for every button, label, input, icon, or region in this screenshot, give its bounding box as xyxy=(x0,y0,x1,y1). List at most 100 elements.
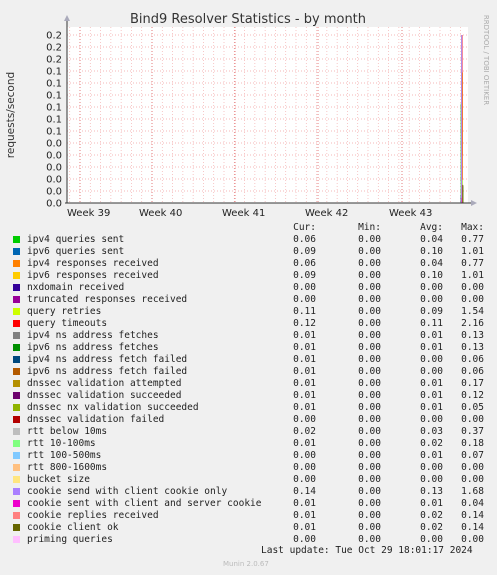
legend-min: 0.00 xyxy=(358,450,381,461)
y-tick-label: 0.2 xyxy=(46,55,62,66)
legend-max: 0.12 xyxy=(461,390,484,401)
legend-max: 1.01 xyxy=(461,270,484,281)
y-tick-label: 0.0 xyxy=(46,151,62,162)
legend-swatch xyxy=(13,248,20,255)
legend-item: ipv4 ns address fetches 0.01 0.00 0.01 0.13 xyxy=(13,330,493,342)
legend-min: 0.00 xyxy=(358,342,381,353)
x-ticks: Week 39 Week 40 Week 41 Week 42 Week 43 xyxy=(67,208,432,219)
legend-swatch xyxy=(13,296,20,303)
legend-max: 0.00 xyxy=(461,462,484,473)
legend-swatch xyxy=(13,512,20,519)
legend-swatch xyxy=(13,380,20,387)
y-tick-label: 0.1 xyxy=(46,115,62,126)
legend-swatch xyxy=(13,308,20,315)
legend-min: 0.00 xyxy=(358,498,381,509)
legend-item: bucket size 0.00 0.00 0.00 0.00 xyxy=(13,474,493,486)
legend-label: rtt 100-500ms xyxy=(27,450,102,461)
legend-label: ipv6 queries sent xyxy=(27,246,125,257)
legend-label: ipv6 responses received xyxy=(27,270,159,281)
legend-cur: 0.00 xyxy=(293,282,316,293)
legend-min: 0.00 xyxy=(358,402,381,413)
legend-min: 0.00 xyxy=(358,414,381,425)
legend-min: 0.00 xyxy=(358,330,381,341)
y-tick-label: 0.0 xyxy=(46,199,62,210)
legend-min: 0.00 xyxy=(358,474,381,485)
legend-label: ipv4 ns address fetches xyxy=(27,330,159,341)
legend-cur: 0.06 xyxy=(293,234,316,245)
col-header-cur: Cur: xyxy=(293,222,316,233)
y-tick-label: 0.1 xyxy=(46,67,62,78)
legend-cur: 0.00 xyxy=(293,474,316,485)
y-tick-label: 0.0 xyxy=(46,175,62,186)
legend-label: rtt below 10ms xyxy=(27,426,108,437)
legend-min: 0.00 xyxy=(358,282,381,293)
legend-max: 0.13 xyxy=(461,330,484,341)
legend-item: rtt 10-100ms 0.01 0.00 0.02 0.18 xyxy=(13,438,493,450)
legend-item: rtt 100-500ms 0.00 0.00 0.01 0.07 xyxy=(13,450,493,462)
legend-min: 0.00 xyxy=(358,354,381,365)
legend-max: 0.05 xyxy=(461,402,484,413)
legend-swatch xyxy=(13,344,20,351)
legend-max: 0.00 xyxy=(461,414,484,425)
legend-min: 0.00 xyxy=(358,258,381,269)
y-tick-label: 0.1 xyxy=(46,127,62,138)
x-axis-arrow xyxy=(471,200,477,206)
legend-max: 0.00 xyxy=(461,282,484,293)
legend-cur: 0.01 xyxy=(293,522,316,533)
legend-cur: 0.01 xyxy=(293,438,316,449)
legend-min: 0.00 xyxy=(358,234,381,245)
legend-item: cookie send with client cookie only 0.14 0… xyxy=(13,486,493,498)
legend-min: 0.00 xyxy=(358,390,381,401)
legend-max: 0.06 xyxy=(461,366,484,377)
legend-item: ipv4 responses received 0.06 0.00 0.04 0.77 xyxy=(13,258,493,270)
legend-label: query timeouts xyxy=(27,318,108,329)
legend-min: 0.00 xyxy=(358,426,381,437)
legend-max: 0.06 xyxy=(461,354,484,365)
legend-label: cookie send with client cookie only xyxy=(27,486,228,497)
legend-swatch xyxy=(13,464,20,471)
legend-swatch xyxy=(13,392,20,399)
legend-max: 0.04 xyxy=(461,498,484,509)
legend-min: 0.00 xyxy=(358,522,381,533)
legend-label: priming queries xyxy=(27,534,113,545)
legend-label: dnssec nx validation succeeded xyxy=(27,402,199,413)
legend-label: ipv6 ns address fetch failed xyxy=(27,366,188,377)
x-tick-label: Week 39 xyxy=(67,208,110,219)
y-tick-label: 0.1 xyxy=(46,79,62,90)
legend-item: cookie sent with client and server cooki… xyxy=(13,498,493,510)
legend-item: query retries 0.11 0.00 0.09 1.54 xyxy=(13,306,493,318)
legend-cur: 0.01 xyxy=(293,402,316,413)
x-tick-label: Week 40 xyxy=(139,208,182,219)
y-axis-arrow xyxy=(64,15,70,21)
legend-cur: 0.09 xyxy=(293,246,316,257)
legend-swatch xyxy=(13,272,20,279)
legend-label: ipv4 queries sent xyxy=(27,234,125,245)
legend-cur: 0.01 xyxy=(293,378,316,389)
legend-item: cookie client ok 0.01 0.00 0.02 0.14 xyxy=(13,522,493,534)
y-tick-label: 0.1 xyxy=(46,103,62,114)
legend-swatch xyxy=(13,476,20,483)
x-tick-label: Week 42 xyxy=(305,208,348,219)
legend-swatch xyxy=(13,452,20,459)
legend-cur: 0.02 xyxy=(293,426,316,437)
legend-item: ipv6 ns address fetches 0.01 0.00 0.01 0.13 xyxy=(13,342,493,354)
plot-area xyxy=(67,27,468,203)
legend-cur: 0.06 xyxy=(293,258,316,269)
legend-max: 2.16 xyxy=(461,318,484,329)
legend-swatch xyxy=(13,500,20,507)
legend-cur: 0.01 xyxy=(293,330,316,341)
legend-max: 0.14 xyxy=(461,522,484,533)
legend-label: cookie client ok xyxy=(27,522,119,533)
legend-min: 0.00 xyxy=(358,366,381,377)
legend-label: cookie replies received xyxy=(27,510,159,521)
y-tick-label: 0.0 xyxy=(46,163,62,174)
legend-cur: 0.01 xyxy=(293,354,316,365)
y-ticks: 0.00.00.00.00.00.00.10.10.10.10.10.10.20… xyxy=(46,31,62,210)
legend-item: query timeouts 0.12 0.00 0.11 2.16 xyxy=(13,318,493,330)
legend-swatch xyxy=(13,428,20,435)
y-tick-label: 0.2 xyxy=(46,43,62,54)
legend-item: nxdomain received 0.00 0.00 0.00 0.00 xyxy=(13,282,493,294)
legend-label: query retries xyxy=(27,306,102,317)
legend-swatch xyxy=(13,284,20,291)
legend-cur: 0.01 xyxy=(293,366,316,377)
